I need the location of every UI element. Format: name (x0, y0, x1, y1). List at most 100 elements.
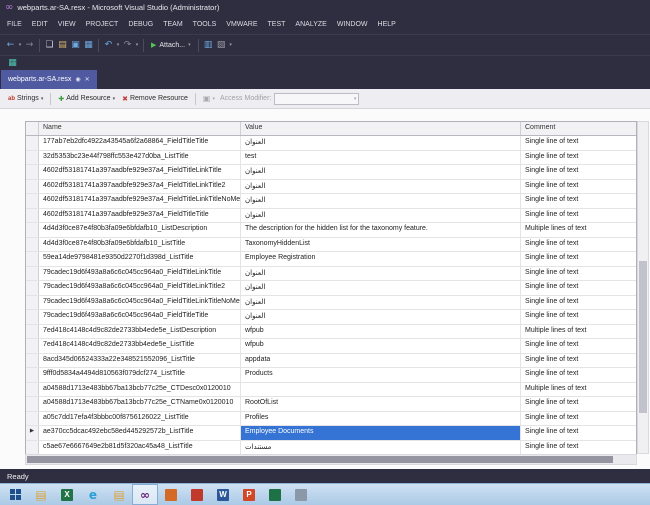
cell-comment[interactable]: Single line of text (521, 151, 636, 165)
row-header[interactable] (26, 397, 39, 411)
menu-edit[interactable]: EDIT (27, 15, 53, 34)
excel-icon[interactable]: X (54, 484, 80, 505)
cell-name[interactable]: 4d4d3f0ce87e4f80b3fa09e6bfdafb10_ListTit… (39, 238, 241, 252)
horizontal-scrollbar-thumb[interactable] (27, 456, 613, 463)
cell-comment[interactable]: Single line of text (521, 281, 636, 295)
menu-project[interactable]: PROJECT (81, 15, 124, 34)
cell-comment[interactable]: Single line of text (521, 165, 636, 179)
save-all-icon[interactable]: ▦ (82, 39, 95, 52)
table-row[interactable]: ▶ ae370cc5dcac492ebc58ed445292572b_ListT… (26, 426, 636, 441)
column-header-name[interactable]: Name (39, 122, 241, 135)
tab-webparts-resx[interactable]: webparts.ar-SA.resx ◉ ✕ (1, 70, 97, 89)
save-icon[interactable]: ▣ (69, 39, 82, 52)
cell-value[interactable]: العنوان (241, 136, 521, 150)
cell-value[interactable]: test (241, 151, 521, 165)
row-header[interactable] (26, 412, 39, 426)
table-row[interactable]: 4602df53181741a397aadbfe929e37a4_FieldTi… (26, 180, 636, 195)
row-header[interactable] (26, 310, 39, 324)
cell-value[interactable]: العنوان (241, 281, 521, 295)
table-row[interactable]: 4d4d3f0ce87e4f80b3fa09e6bfdafb10_ListDes… (26, 223, 636, 238)
redo-dropdown-caret[interactable]: ▾ (134, 39, 140, 52)
vertical-scrollbar[interactable] (637, 121, 649, 454)
row-header[interactable] (26, 339, 39, 353)
table-row[interactable]: 4602df53181741a397aadbfe929e37a4_FieldTi… (26, 165, 636, 180)
row-header[interactable]: ▶ (26, 426, 39, 440)
table-row[interactable]: 4602df53181741a397aadbfe929e37a4_FieldTi… (26, 194, 636, 209)
cell-comment[interactable]: Single line of text (521, 368, 636, 382)
table-row[interactable]: a04588d1713e483bb67ba13bcb77c25e_CTDesc0… (26, 383, 636, 398)
cell-value[interactable]: TaxonomyHiddenList (241, 238, 521, 252)
app-gray-icon[interactable] (288, 484, 314, 505)
cell-value[interactable]: العنوان (241, 209, 521, 223)
cell-value[interactable]: appdata (241, 354, 521, 368)
cell-comment[interactable]: Single line of text (521, 136, 636, 150)
row-header[interactable] (26, 252, 39, 266)
cell-name[interactable]: 32d5353bc23e44f798ffc553e427d0ba_ListTit… (39, 151, 241, 165)
redo-icon[interactable]: ↷ (121, 39, 134, 52)
cell-name[interactable]: 79cadec19d6f493a8a6c6c045cc964a0_FieldTi… (39, 296, 241, 310)
open-file-icon[interactable]: ▤ (56, 39, 69, 52)
horizontal-scrollbar[interactable] (25, 454, 637, 465)
forward-icon[interactable]: → (23, 39, 36, 52)
table-row[interactable]: 79cadec19d6f493a8a6c6c045cc964a0_FieldTi… (26, 296, 636, 311)
app-red-icon[interactable] (184, 484, 210, 505)
cell-name[interactable]: 177ab7eb2dfc4922a43545a6f2a68864_FieldTi… (39, 136, 241, 150)
table-row[interactable]: 79cadec19d6f493a8a6c6c045cc964a0_FieldTi… (26, 281, 636, 296)
table-row[interactable]: 8acd345d06524333a22e348521552096_ListTit… (26, 354, 636, 369)
menu-help[interactable]: HELP (373, 15, 401, 34)
table-row[interactable]: a05c7dd17efa4f3bbbc00f8756126022_ListTit… (26, 412, 636, 427)
column-header-value[interactable]: Value (241, 122, 521, 135)
back-icon[interactable]: ← (4, 39, 17, 52)
remove-resource-button[interactable]: ✖ Remove Resource (120, 95, 190, 103)
cell-name[interactable]: 4602df53181741a397aadbfe929e37a4_FieldTi… (39, 194, 241, 208)
find-in-files-icon[interactable]: ▧ (215, 39, 228, 52)
cell-value[interactable]: wfpub (241, 339, 521, 353)
row-header[interactable] (26, 325, 39, 339)
cell-value[interactable]: Employee Documents (241, 426, 521, 440)
cell-comment[interactable]: Single line of text (521, 397, 636, 411)
table-row[interactable]: 4602df53181741a397aadbfe929e37a4_FieldTi… (26, 209, 636, 224)
cell-comment[interactable]: Single line of text (521, 412, 636, 426)
cell-name[interactable]: a04588d1713e483bb67ba13bcb77c25e_CTDesc0… (39, 383, 241, 397)
menu-team[interactable]: TEAM (158, 15, 187, 34)
menu-file[interactable]: FILE (2, 15, 27, 34)
cell-comment[interactable]: Single line of text (521, 238, 636, 252)
cell-name[interactable]: 7ed418c4148c4d9c82de2733bb4ede5e_ListTit… (39, 339, 241, 353)
menu-debug[interactable]: DEBUG (123, 15, 158, 34)
cell-comment[interactable]: Multiple lines of text (521, 325, 636, 339)
table-row[interactable]: 59ea14de9798481e9350d2270f1d398d_ListTit… (26, 252, 636, 267)
cell-name[interactable]: 79cadec19d6f493a8a6c6c045cc964a0_FieldTi… (39, 310, 241, 324)
cell-name[interactable]: 4602df53181741a397aadbfe929e37a4_FieldTi… (39, 180, 241, 194)
vertical-scrollbar-thumb[interactable] (639, 261, 647, 413)
attach-button[interactable]: ▶ Attach... ▾ (147, 41, 195, 49)
table-row[interactable]: 177ab7eb2dfc4922a43545a6f2a68864_FieldTi… (26, 136, 636, 151)
cell-value[interactable]: RootOfList (241, 397, 521, 411)
visual-studio-icon[interactable]: ∞ (132, 484, 158, 505)
cell-value[interactable]: العنوان (241, 180, 521, 194)
row-header[interactable] (26, 383, 39, 397)
cell-name[interactable]: ae370cc5dcac492ebc58ed445292572b_ListTit… (39, 426, 241, 440)
row-header[interactable] (26, 368, 39, 382)
menu-window[interactable]: WINDOW (332, 15, 373, 34)
row-header[interactable] (26, 223, 39, 237)
row-header[interactable] (26, 354, 39, 368)
cell-value[interactable]: مستندات (241, 441, 521, 455)
cell-value[interactable]: Employee Registration (241, 252, 521, 266)
ie-icon[interactable]: e (80, 484, 106, 505)
row-header[interactable] (26, 267, 39, 281)
cell-name[interactable]: 4602df53181741a397aadbfe929e37a4_FieldTi… (39, 209, 241, 223)
cell-comment[interactable]: Multiple lines of text (521, 383, 636, 397)
folder-icon[interactable]: ▤ (106, 484, 132, 505)
toolbar-options-caret[interactable]: ▾ (228, 39, 234, 52)
powerpoint-icon[interactable]: P (236, 484, 262, 505)
cell-comment[interactable]: Single line of text (521, 296, 636, 310)
access-modifier-combobox[interactable]: ▾ (274, 93, 359, 105)
table-row[interactable]: 32d5353bc23e44f798ffc553e427d0ba_ListTit… (26, 151, 636, 166)
row-header[interactable] (26, 296, 39, 310)
row-header[interactable] (26, 281, 39, 295)
cell-value[interactable]: العنوان (241, 165, 521, 179)
menu-vmware[interactable]: VMWARE (221, 15, 262, 34)
cell-name[interactable]: 9fff0d5834a4494d810563f079dcf274_ListTit… (39, 368, 241, 382)
word-icon[interactable]: W (210, 484, 236, 505)
menu-tools[interactable]: TOOLS (188, 15, 222, 34)
